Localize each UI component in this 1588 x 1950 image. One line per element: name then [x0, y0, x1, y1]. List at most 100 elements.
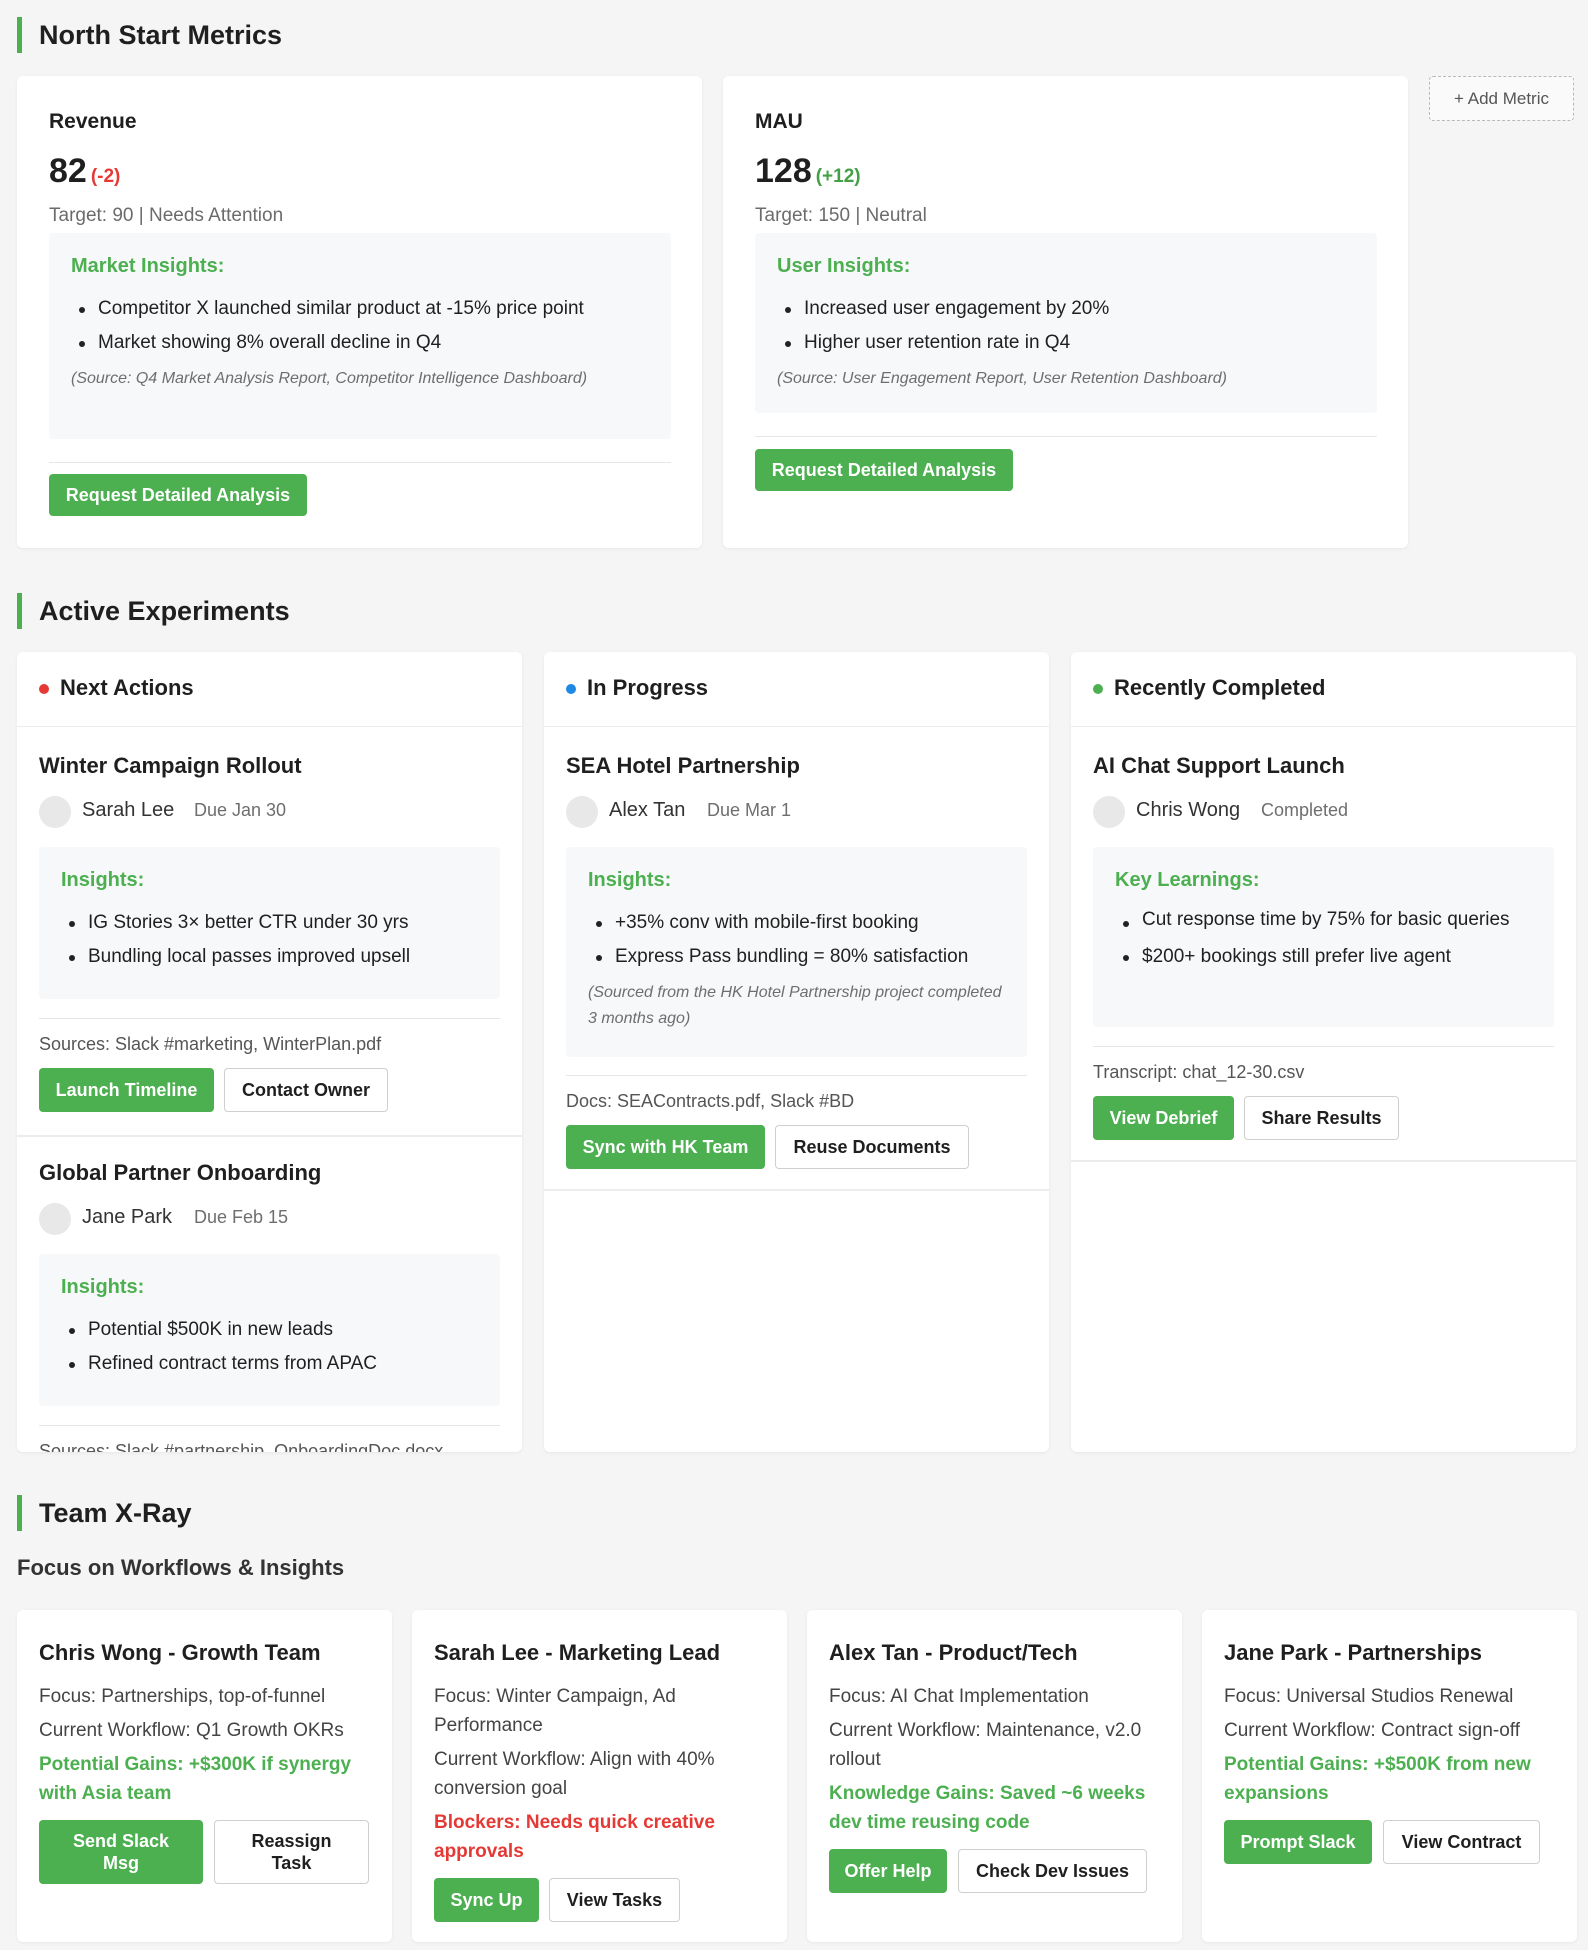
metric-number: 128 — [755, 152, 812, 190]
request-analysis-button[interactable]: Request Detailed Analysis — [49, 474, 307, 516]
owner-name: Sarah Lee — [82, 799, 175, 821]
metric-name: MAU — [755, 110, 803, 133]
divider — [39, 1018, 500, 1019]
offer-help-button[interactable]: Offer Help — [829, 1849, 947, 1893]
insight-title: Key Learnings: — [1115, 869, 1260, 891]
team-card-alex: Alex Tan - Product/Tech Focus: AI Chat I… — [807, 1610, 1182, 1942]
column-header: Recently Completed — [1071, 652, 1576, 727]
request-analysis-button[interactable]: Request Detailed Analysis — [755, 449, 1013, 491]
experiment-card: Global Partner Onboarding Jane Park Due … — [17, 1136, 522, 1452]
insight-item: Higher user retention rate in Q4 — [777, 326, 1355, 360]
transcript-text: Transcript: chat_12-30.csv — [1093, 1062, 1305, 1082]
insight-box: Insights: IG Stories 3× better CTR under… — [39, 847, 500, 999]
insight-item: +35% conv with mobile-first booking — [588, 906, 1005, 940]
reuse-documents-button[interactable]: Reuse Documents — [775, 1125, 969, 1169]
divider — [755, 436, 1377, 437]
sync-up-button[interactable]: Sync Up — [434, 1878, 539, 1922]
column-title: Recently Completed — [1114, 675, 1326, 700]
insight-title: Insights: — [61, 869, 145, 891]
contact-owner-button[interactable]: Contact Owner — [224, 1068, 388, 1112]
insight-item: Bundling local passes improved upsell — [61, 940, 478, 974]
metric-target: Target: 150 | Neutral — [755, 205, 927, 226]
metric-card-mau: MAU 128 (+12) Target: 150 | Neutral User … — [723, 76, 1408, 548]
insight-title: Market Insights: — [71, 255, 225, 277]
prompt-slack-button[interactable]: Prompt Slack — [1224, 1820, 1372, 1864]
sync-hk-team-button[interactable]: Sync with HK Team — [566, 1125, 765, 1169]
status-dot-icon — [39, 684, 49, 694]
workflow-text: Current Workflow: Align with 40% convers… — [434, 1749, 715, 1799]
experiment-title: Winter Campaign Rollout — [39, 753, 302, 778]
sources-text: Docs: SEAContracts.pdf, Slack #BD — [566, 1091, 855, 1111]
metric-value: 82 (-2) — [49, 152, 120, 191]
owner-name: Chris Wong — [1136, 799, 1241, 821]
check-dev-issues-button[interactable]: Check Dev Issues — [958, 1849, 1147, 1893]
avatar — [1093, 796, 1125, 828]
share-results-button[interactable]: Share Results — [1244, 1096, 1399, 1140]
view-debrief-button[interactable]: View Debrief — [1093, 1096, 1234, 1140]
insight-list: IG Stories 3× better CTR under 30 yrs Bu… — [61, 906, 478, 974]
source-note: (Sourced from the HK Hotel Partnership p… — [588, 984, 1002, 1027]
metric-delta: (-2) — [90, 166, 121, 187]
metric-delta: (+12) — [815, 166, 861, 187]
insight-title: Insights: — [588, 869, 672, 891]
column-next-actions: Next Actions Winter Campaign Rollout Sar… — [17, 652, 522, 1452]
insight-item: Cut response time by 75% for basic queri… — [1115, 906, 1532, 934]
team-card-chris: Chris Wong - Growth Team Focus: Partners… — [17, 1610, 392, 1942]
divider — [49, 462, 671, 463]
insight-box: Key Learnings: Cut response time by 75% … — [1093, 847, 1554, 1027]
insight-item: Refined contract terms from APAC — [61, 1347, 478, 1381]
team-card-jane: Jane Park - Partnerships Focus: Universa… — [1202, 1610, 1577, 1942]
insight-item: Express Pass bundling = 80% satisfaction — [588, 940, 1005, 974]
avatar — [39, 1203, 71, 1235]
launch-timeline-button[interactable]: Launch Timeline — [39, 1068, 214, 1112]
insight-box: Insights: +35% conv with mobile-first bo… — [566, 847, 1027, 1057]
divider — [1093, 1046, 1554, 1047]
team-details: Focus: AI Chat Implementation Current Wo… — [829, 1682, 1164, 1842]
add-metric-button[interactable]: + Add Metric — [1429, 76, 1574, 121]
send-slack-button[interactable]: Send Slack Msg — [39, 1820, 203, 1884]
insight-item: Market showing 8% overall decline in Q4 — [71, 326, 649, 360]
insight-list: Potential $500K in new leads Refined con… — [61, 1313, 478, 1381]
insight-list: +35% conv with mobile-first booking Expr… — [588, 906, 1005, 974]
owner-name: Jane Park — [82, 1206, 173, 1228]
source-note: (Source: Q4 Market Analysis Report, Comp… — [71, 370, 588, 387]
metric-card-revenue: Revenue 82 (-2) Target: 90 | Needs Attent… — [17, 76, 702, 548]
due-date: Due Feb 15 — [194, 1207, 289, 1227]
insight-list: Increased user engagement by 20% Higher … — [777, 292, 1355, 360]
status-text: Completed — [1261, 800, 1349, 820]
insight-list: Cut response time by 75% for basic queri… — [1115, 906, 1532, 974]
metric-value: 128 (+12) — [755, 152, 861, 191]
divider — [39, 1425, 500, 1426]
view-contract-button[interactable]: View Contract — [1383, 1820, 1540, 1864]
divider — [566, 1075, 1027, 1076]
section-title-team: Team X-Ray — [17, 1495, 192, 1531]
team-member-name: Sarah Lee - Marketing Lead — [434, 1640, 721, 1665]
view-tasks-button[interactable]: View Tasks — [549, 1878, 680, 1922]
status-dot-icon — [1093, 684, 1103, 694]
knowledge-gains-text: Knowledge Gains: Saved ~6 weeks dev time… — [829, 1783, 1146, 1833]
metric-name: Revenue — [49, 110, 137, 133]
column-title: In Progress — [587, 675, 709, 700]
gains-text: Potential Gains: +$300K if synergy with … — [39, 1754, 352, 1804]
workflow-text: Current Workflow: Maintenance, v2.0 roll… — [829, 1720, 1142, 1770]
insight-list: Competitor X launched similar product at… — [71, 292, 649, 360]
insight-box: Insights: Potential $500K in new leads R… — [39, 1254, 500, 1406]
experiment-card: SEA Hotel Partnership Alex Tan Due Mar 1… — [544, 727, 1049, 1169]
owner-name: Alex Tan — [609, 799, 686, 821]
insight-box: Market Insights: Competitor X launched s… — [49, 233, 671, 439]
due-date: Due Jan 30 — [194, 800, 287, 820]
metric-target: Target: 90 | Needs Attention — [49, 205, 284, 226]
focus-text: Focus: Winter Campaign, Ad Performance — [434, 1686, 676, 1736]
insight-item: $200+ bookings still prefer live agent — [1115, 940, 1532, 974]
insight-item: Increased user engagement by 20% — [777, 292, 1355, 326]
column-title: Next Actions — [60, 675, 194, 700]
status-dot-icon — [566, 684, 576, 694]
gains-text: Potential Gains: +$500K from new expansi… — [1224, 1754, 1531, 1804]
focus-text: Focus: Universal Studios Renewal — [1224, 1686, 1514, 1707]
reassign-task-button[interactable]: Reassign Task — [214, 1820, 369, 1884]
team-member-name: Jane Park - Partnerships — [1224, 1640, 1483, 1665]
team-card-sarah: Sarah Lee - Marketing Lead Focus: Winter… — [412, 1610, 787, 1942]
section-title-experiments: Active Experiments — [17, 593, 290, 629]
team-details: Focus: Partnerships, top-of-funnel Curre… — [39, 1682, 374, 1813]
insight-title: User Insights: — [777, 255, 911, 277]
